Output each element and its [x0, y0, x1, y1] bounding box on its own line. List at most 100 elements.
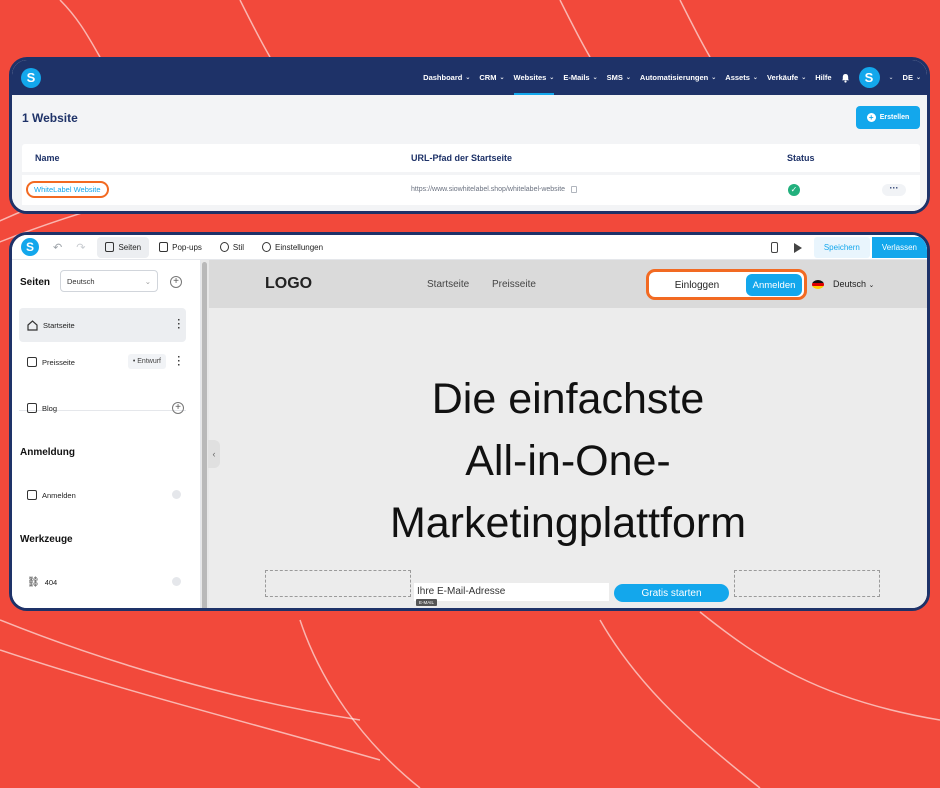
sidebar-scrollbar[interactable]	[201, 260, 209, 608]
preview-nav-startseite[interactable]: Startseite	[427, 279, 469, 290]
chevron-down-icon: ⌄	[752, 75, 758, 81]
editor-panel: S ↶ ↷ Seiten Pop-ups Stil Einstellungen …	[9, 232, 930, 611]
empty-block-right[interactable]	[734, 570, 880, 597]
preview-logo[interactable]: LOGO	[265, 275, 312, 293]
auth-buttons: Einloggen Anmelden	[646, 269, 807, 300]
chevron-down-icon: ⌄	[144, 276, 151, 286]
chevron-down-icon: ⌄	[711, 75, 717, 81]
undo-icon[interactable]: ↶	[53, 241, 62, 254]
editor-tabs: Seiten Pop-ups Stil Einstellungen	[97, 236, 331, 258]
add-blog-icon[interactable]: +	[172, 402, 184, 414]
nav-item-crm[interactable]: CRM ⌄	[479, 60, 504, 95]
tab-popups[interactable]: Pop-ups	[151, 237, 210, 258]
tab-style[interactable]: Stil	[212, 237, 252, 258]
mobile-preview-icon[interactable]	[770, 242, 778, 253]
nav-item-sms[interactable]: SMS ⌄	[607, 60, 631, 95]
sidebar-item-blog[interactable]: Blog +	[19, 391, 186, 425]
login-icon	[27, 490, 37, 500]
auth-heading: Anmeldung	[20, 447, 75, 458]
nav-item-automatisierungen[interactable]: Automatisierungen ⌄	[640, 60, 716, 95]
website-name-link[interactable]: WhiteLabel Website	[26, 181, 109, 198]
table-header: Name URL-Pfad der Startseite Status	[22, 144, 920, 172]
editor-logo[interactable]: S	[21, 238, 39, 256]
preview-language-select[interactable]: Deutsch ⌄	[833, 279, 874, 289]
chevron-down-icon: ⌄	[499, 75, 505, 81]
top-nav: S Dashboard ⌄ CRM ⌄ Websites ⌄ E-Mails ⌄ SMS ⌄ Aut…	[12, 60, 927, 95]
more-vertical-icon[interactable]: · · ·	[176, 353, 182, 371]
editor-toolbar: S ↶ ↷ Seiten Pop-ups Stil Einstellungen …	[12, 235, 927, 260]
user-avatar[interactable]: S	[858, 67, 880, 88]
editor-actions: Speichern Verlassen	[770, 235, 927, 260]
nav-item-hilfe[interactable]: Hilfe	[815, 60, 831, 95]
create-button[interactable]: + Erstellen	[856, 106, 920, 129]
nav-item-websites[interactable]: Websites ⌄	[513, 60, 554, 95]
sidebar-item-startseite[interactable]: Startseite · · ·	[19, 308, 186, 342]
page-icon	[27, 357, 37, 367]
tab-pages[interactable]: Seiten	[97, 236, 150, 258]
sidebar-item-404[interactable]: ⛓ 404	[19, 565, 186, 599]
column-header-status: Status	[787, 153, 815, 163]
more-options-button[interactable]: ···	[882, 184, 906, 196]
chevron-down-icon: ⌄	[915, 75, 921, 81]
play-preview-icon[interactable]	[793, 242, 802, 253]
save-button[interactable]: Speichern	[813, 237, 870, 258]
table-row: WhiteLabel Website https://www.siowhitel…	[22, 175, 920, 205]
preview-header: LOGO Startseite Preisseite Einloggen Anm…	[209, 260, 927, 308]
pages-sidebar: Seiten Deutsch ⌄ + Startseite · · · Preisse…	[12, 260, 201, 608]
chevron-down-icon: ⌄	[625, 75, 631, 81]
tab-settings[interactable]: Einstellungen	[254, 237, 331, 258]
home-icon	[27, 319, 38, 331]
empty-block-left[interactable]	[265, 570, 411, 597]
language-switch[interactable]: DE ⌄	[903, 60, 921, 95]
column-header-name: Name	[35, 153, 60, 163]
page-title: 1 Website	[22, 111, 78, 125]
bell-icon[interactable]	[841, 73, 850, 83]
info-icon	[172, 490, 181, 499]
login-button[interactable]: Einloggen	[653, 275, 741, 295]
more-vertical-icon[interactable]: · · ·	[176, 316, 182, 334]
tools-heading: Werkzeuge	[20, 534, 73, 545]
email-input[interactable]: Ihre E-Mail-Adresse	[414, 583, 609, 601]
gear-icon	[262, 242, 272, 252]
register-button[interactable]: Anmelden	[746, 274, 802, 296]
sidebar-item-preisseite[interactable]: Preisseite • Entwurf · · ·	[19, 345, 186, 379]
nav-item-assets[interactable]: Assets ⌄	[725, 60, 758, 95]
sidebar-item-anmelden[interactable]: Anmelden	[19, 478, 186, 512]
exit-button[interactable]: Verlassen	[871, 237, 927, 258]
nav-item-dashboard[interactable]: Dashboard ⌄	[423, 60, 470, 95]
nav-item-e-mails[interactable]: E-Mails ⌄	[563, 60, 597, 95]
websites-content: 1 Website + Erstellen Name URL-Pfad der …	[12, 95, 927, 211]
chevron-down-icon: ⌄	[868, 282, 875, 289]
chevron-down-icon: ⌄	[801, 75, 807, 81]
plus-circle-icon: +	[866, 113, 876, 122]
email-field-label: E-MAIL	[416, 599, 438, 606]
popup-icon	[159, 242, 169, 252]
redo-icon[interactable]: ↷	[76, 241, 85, 254]
scrollbar-thumb[interactable]	[202, 262, 207, 608]
info-icon	[172, 577, 181, 586]
nav-item-verkäufe[interactable]: Verkäufe ⌄	[767, 60, 806, 95]
german-flag-icon	[812, 280, 824, 289]
app-logo[interactable]: S	[21, 67, 41, 88]
palette-icon	[219, 242, 229, 252]
preview-nav-preisseite[interactable]: Preisseite	[492, 279, 536, 290]
edit-icon	[27, 403, 37, 413]
link-icon: ⛓	[27, 576, 40, 588]
pages-heading: Seiten	[20, 277, 51, 288]
page-preview: LOGO Startseite Preisseite Einloggen Anm…	[209, 260, 927, 608]
website-url: https://www.siowhitelabel.shop/whitelabe…	[411, 186, 578, 193]
avatar-chevron-icon[interactable]: ⌄	[889, 74, 894, 81]
copy-icon[interactable]	[571, 186, 578, 193]
cta-button[interactable]: Gratis starten	[614, 584, 729, 602]
chevron-down-icon: ⌄	[465, 75, 471, 81]
status-check-icon: ✓	[788, 184, 800, 196]
chevron-down-icon: ⌄	[592, 75, 598, 81]
main-menu: Dashboard ⌄ CRM ⌄ Websites ⌄ E-Mails ⌄ SMS ⌄ Autom…	[423, 60, 921, 95]
column-header-url: URL-Pfad der Startseite	[411, 153, 513, 163]
add-page-icon[interactable]: +	[170, 276, 182, 288]
websites-panel: S Dashboard ⌄ CRM ⌄ Websites ⌄ E-Mails ⌄ SMS ⌄ Aut…	[9, 57, 930, 214]
collapse-sidebar-handle[interactable]: ‹	[208, 440, 220, 468]
language-select[interactable]: Deutsch ⌄	[60, 270, 158, 292]
draft-badge: • Entwurf	[127, 354, 166, 369]
page-icon	[105, 242, 115, 252]
